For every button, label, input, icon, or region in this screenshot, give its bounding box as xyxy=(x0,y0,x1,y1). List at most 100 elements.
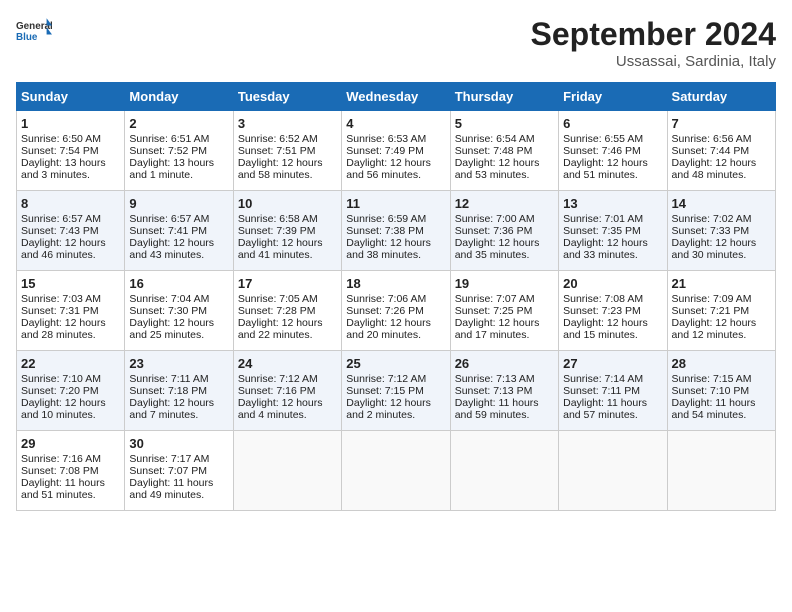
day-number: 10 xyxy=(238,196,337,211)
daylight-text: Daylight: 12 hours and 58 minutes. xyxy=(238,157,323,181)
sunset-text: Sunset: 7:44 PM xyxy=(672,145,750,157)
sunrise-text: Sunrise: 6:53 AM xyxy=(346,133,426,145)
daylight-text: Daylight: 12 hours and 28 minutes. xyxy=(21,317,106,341)
sunrise-text: Sunrise: 6:59 AM xyxy=(346,213,426,225)
day-number: 22 xyxy=(21,356,120,371)
sunset-text: Sunset: 7:41 PM xyxy=(129,225,207,237)
sunset-text: Sunset: 7:49 PM xyxy=(346,145,424,157)
column-header-tuesday: Tuesday xyxy=(233,83,341,111)
sunrise-text: Sunrise: 6:52 AM xyxy=(238,133,318,145)
sunrise-text: Sunrise: 7:04 AM xyxy=(129,293,209,305)
location: Ussassai, Sardinia, Italy xyxy=(531,53,776,70)
calendar-cell: 3Sunrise: 6:52 AMSunset: 7:51 PMDaylight… xyxy=(233,111,341,191)
day-number: 26 xyxy=(455,356,554,371)
sunrise-text: Sunrise: 6:51 AM xyxy=(129,133,209,145)
column-header-friday: Friday xyxy=(559,83,667,111)
daylight-text: Daylight: 12 hours and 53 minutes. xyxy=(455,157,540,181)
daylight-text: Daylight: 12 hours and 38 minutes. xyxy=(346,237,431,261)
sunrise-text: Sunrise: 7:08 AM xyxy=(563,293,643,305)
logo-icon: General Blue xyxy=(16,16,52,44)
daylight-text: Daylight: 12 hours and 2 minutes. xyxy=(346,397,431,421)
day-number: 6 xyxy=(563,116,662,131)
sunset-text: Sunset: 7:54 PM xyxy=(21,145,99,157)
day-number: 9 xyxy=(129,196,228,211)
calendar-cell: 7Sunrise: 6:56 AMSunset: 7:44 PMDaylight… xyxy=(667,111,775,191)
day-number: 13 xyxy=(563,196,662,211)
calendar-cell: 29Sunrise: 7:16 AMSunset: 7:08 PMDayligh… xyxy=(17,431,125,511)
calendar-cell: 30Sunrise: 7:17 AMSunset: 7:07 PMDayligh… xyxy=(125,431,233,511)
sunset-text: Sunset: 7:08 PM xyxy=(21,465,99,477)
calendar-cell: 13Sunrise: 7:01 AMSunset: 7:35 PMDayligh… xyxy=(559,191,667,271)
column-header-saturday: Saturday xyxy=(667,83,775,111)
calendar-cell: 11Sunrise: 6:59 AMSunset: 7:38 PMDayligh… xyxy=(342,191,450,271)
day-number: 21 xyxy=(672,276,771,291)
sunrise-text: Sunrise: 6:56 AM xyxy=(672,133,752,145)
week-row-4: 22Sunrise: 7:10 AMSunset: 7:20 PMDayligh… xyxy=(17,351,776,431)
sunset-text: Sunset: 7:38 PM xyxy=(346,225,424,237)
calendar-cell xyxy=(667,431,775,511)
sunset-text: Sunset: 7:23 PM xyxy=(563,305,641,317)
sunset-text: Sunset: 7:10 PM xyxy=(672,385,750,397)
day-number: 3 xyxy=(238,116,337,131)
calendar-cell: 18Sunrise: 7:06 AMSunset: 7:26 PMDayligh… xyxy=(342,271,450,351)
sunset-text: Sunset: 7:21 PM xyxy=(672,305,750,317)
day-number: 20 xyxy=(563,276,662,291)
sunrise-text: Sunrise: 6:55 AM xyxy=(563,133,643,145)
daylight-text: Daylight: 12 hours and 35 minutes. xyxy=(455,237,540,261)
sunrise-text: Sunrise: 6:54 AM xyxy=(455,133,535,145)
calendar-cell: 8Sunrise: 6:57 AMSunset: 7:43 PMDaylight… xyxy=(17,191,125,271)
logo: General Blue General Blue xyxy=(16,16,52,44)
sunset-text: Sunset: 7:52 PM xyxy=(129,145,207,157)
day-number: 12 xyxy=(455,196,554,211)
daylight-text: Daylight: 12 hours and 43 minutes. xyxy=(129,237,214,261)
daylight-text: Daylight: 12 hours and 56 minutes. xyxy=(346,157,431,181)
daylight-text: Daylight: 11 hours and 49 minutes. xyxy=(129,477,213,501)
daylight-text: Daylight: 13 hours and 3 minutes. xyxy=(21,157,106,181)
sunset-text: Sunset: 7:35 PM xyxy=(563,225,641,237)
calendar-cell: 5Sunrise: 6:54 AMSunset: 7:48 PMDaylight… xyxy=(450,111,558,191)
day-number: 17 xyxy=(238,276,337,291)
sunrise-text: Sunrise: 7:15 AM xyxy=(672,373,752,385)
calendar-body: 1Sunrise: 6:50 AMSunset: 7:54 PMDaylight… xyxy=(17,111,776,511)
sunrise-text: Sunrise: 6:58 AM xyxy=(238,213,318,225)
calendar-cell: 28Sunrise: 7:15 AMSunset: 7:10 PMDayligh… xyxy=(667,351,775,431)
sunrise-text: Sunrise: 7:12 AM xyxy=(346,373,426,385)
calendar-cell: 25 Sunrise: 7:12 AMSunset: 7:15 PMDayligh… xyxy=(342,351,450,431)
day-number: 30 xyxy=(129,436,228,451)
daylight-text: Daylight: 12 hours and 46 minutes. xyxy=(21,237,106,261)
calendar-cell: 22Sunrise: 7:10 AMSunset: 7:20 PMDayligh… xyxy=(17,351,125,431)
calendar-cell: 15Sunrise: 7:03 AMSunset: 7:31 PMDayligh… xyxy=(17,271,125,351)
calendar-cell: 9Sunrise: 6:57 AMSunset: 7:41 PMDaylight… xyxy=(125,191,233,271)
calendar-cell: 19Sunrise: 7:07 AMSunset: 7:25 PMDayligh… xyxy=(450,271,558,351)
sunrise-text: Sunrise: 7:12 AM xyxy=(238,373,318,385)
calendar-cell xyxy=(342,431,450,511)
daylight-text: Daylight: 12 hours and 48 minutes. xyxy=(672,157,757,181)
sunrise-text: Sunrise: 7:02 AM xyxy=(672,213,752,225)
sunrise-text: Sunrise: 7:00 AM xyxy=(455,213,535,225)
daylight-text: Daylight: 12 hours and 51 minutes. xyxy=(563,157,648,181)
sunset-text: Sunset: 7:15 PM xyxy=(346,385,424,397)
day-number: 25 xyxy=(346,356,445,371)
sunset-text: Sunset: 7:43 PM xyxy=(21,225,99,237)
day-number: 15 xyxy=(21,276,120,291)
day-number: 16 xyxy=(129,276,228,291)
sunrise-text: Sunrise: 6:57 AM xyxy=(21,213,101,225)
sunset-text: Sunset: 7:39 PM xyxy=(238,225,316,237)
sunrise-text: Sunrise: 7:03 AM xyxy=(21,293,101,305)
daylight-text: Daylight: 11 hours and 59 minutes. xyxy=(455,397,539,421)
calendar-cell: 10 Sunrise: 6:58 AMSunset: 7:39 PMDayligh… xyxy=(233,191,341,271)
daylight-text: Daylight: 12 hours and 41 minutes. xyxy=(238,237,323,261)
day-number: 27 xyxy=(563,356,662,371)
calendar-cell: 2Sunrise: 6:51 AMSunset: 7:52 PMDaylight… xyxy=(125,111,233,191)
month-title: September 2024 xyxy=(531,16,776,53)
daylight-text: Daylight: 12 hours and 25 minutes. xyxy=(129,317,214,341)
daylight-text: Daylight: 12 hours and 7 minutes. xyxy=(129,397,214,421)
column-header-wednesday: Wednesday xyxy=(342,83,450,111)
sunrise-text: Sunrise: 7:07 AM xyxy=(455,293,535,305)
week-row-3: 15Sunrise: 7:03 AMSunset: 7:31 PMDayligh… xyxy=(17,271,776,351)
day-number: 29 xyxy=(21,436,120,451)
svg-text:Blue: Blue xyxy=(16,32,38,43)
daylight-text: Daylight: 13 hours and 1 minute. xyxy=(129,157,214,181)
week-row-2: 8Sunrise: 6:57 AMSunset: 7:43 PMDaylight… xyxy=(17,191,776,271)
column-header-monday: Monday xyxy=(125,83,233,111)
